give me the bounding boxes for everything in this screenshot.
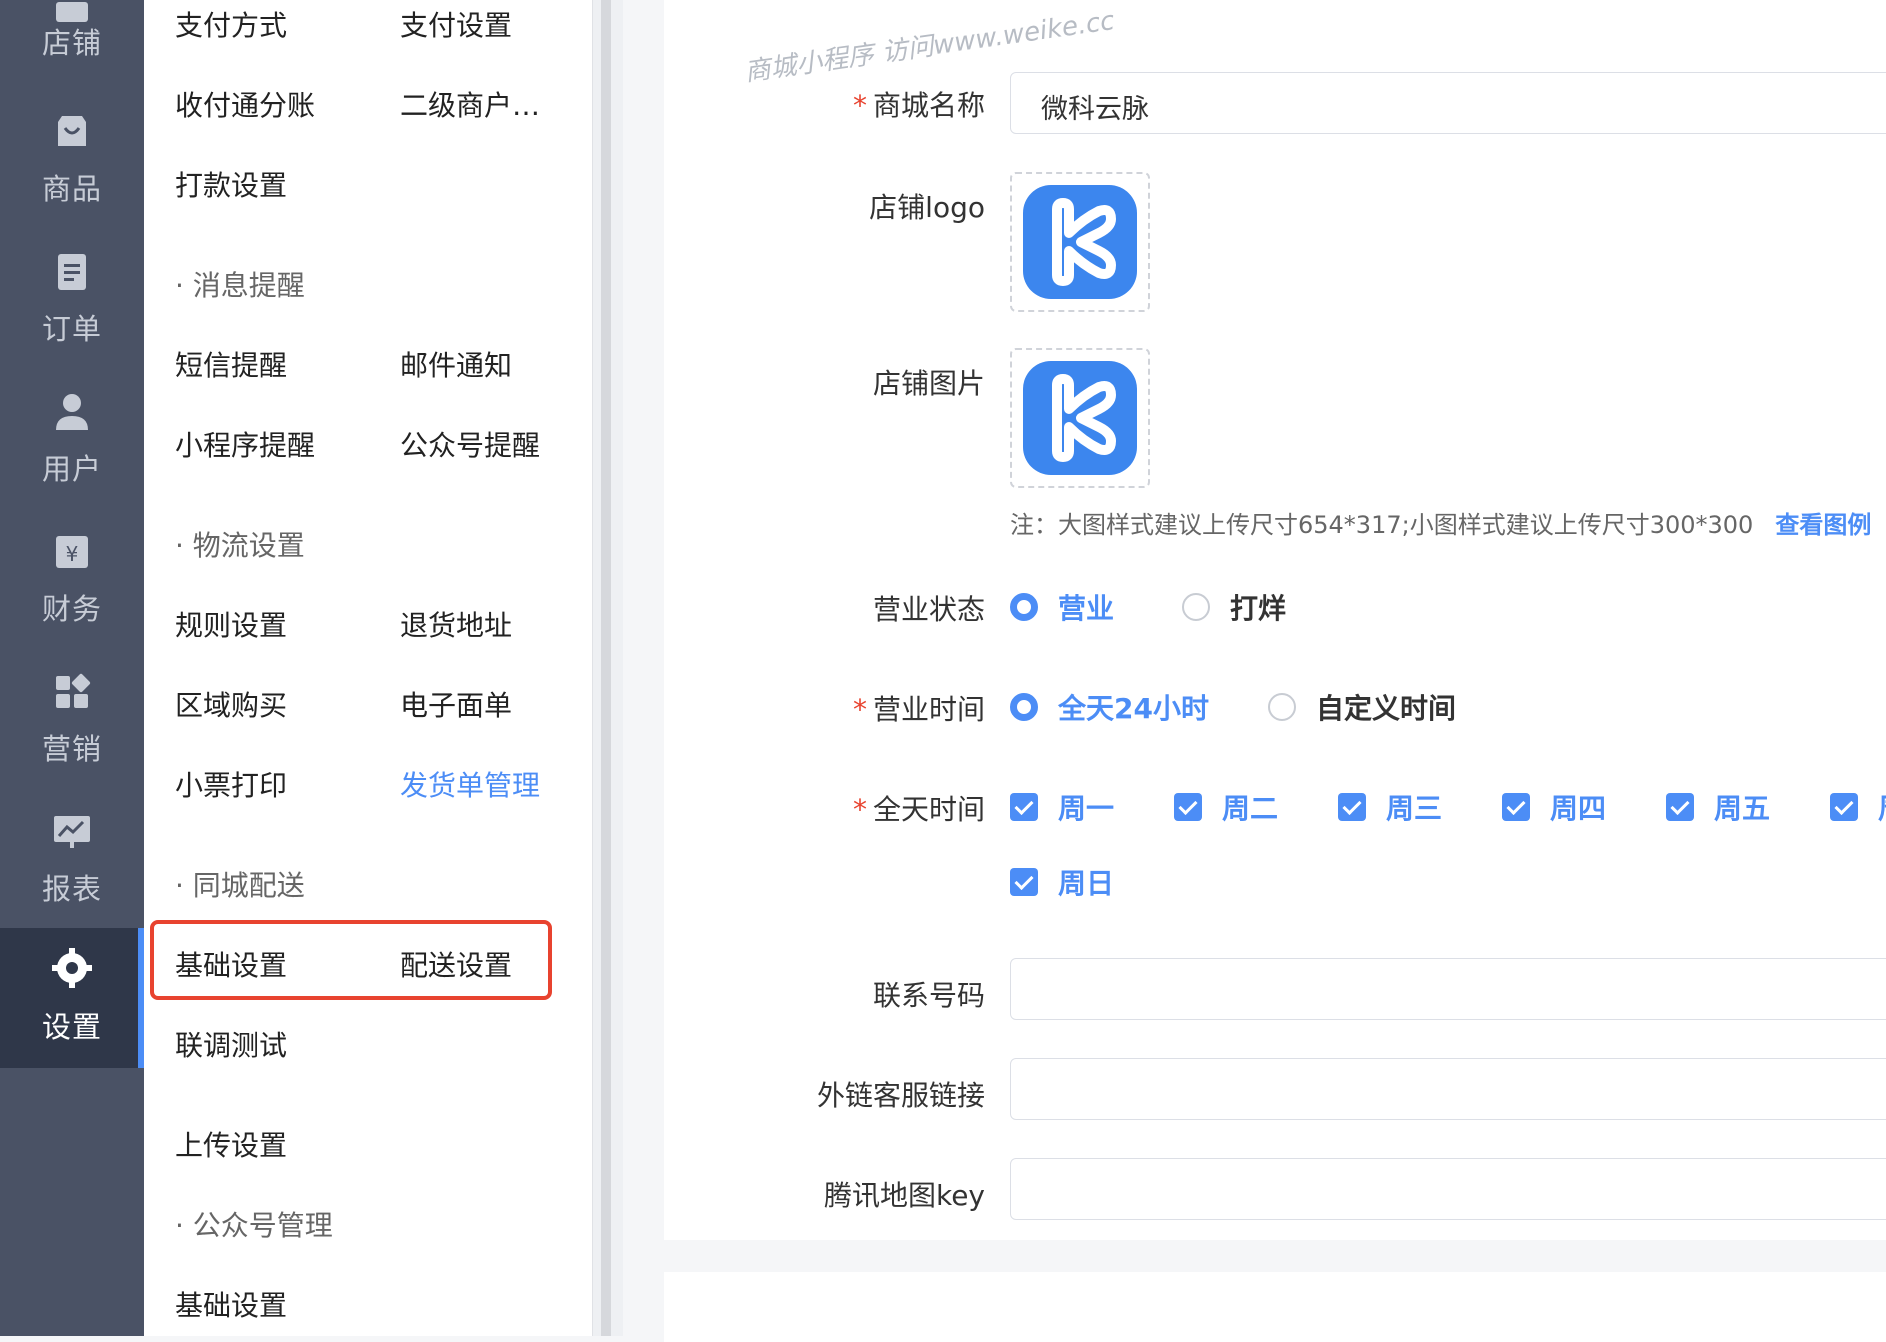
brand-logo-icon xyxy=(1052,198,1116,286)
day-checkbox-fri[interactable] xyxy=(1666,793,1694,821)
external-cs-label: 外链客服链接 xyxy=(816,1079,985,1112)
main-nav-rail: 店铺 商品 订单 用户 ¥ 财务 营销 报表 设置 xyxy=(0,0,144,1336)
submenu-delivery-note[interactable]: 发货单管理 xyxy=(400,764,540,804)
submenu-secondary-merchant[interactable]: 二级商户… xyxy=(400,84,540,124)
shop-logo-upload[interactable] xyxy=(1010,172,1150,312)
status-label: 营业状态 xyxy=(872,593,985,626)
day-label-sat[interactable]: 周 xyxy=(1878,787,1886,827)
shop-image-label: 店铺图片 xyxy=(872,367,985,400)
brand-logo-icon xyxy=(1052,374,1116,462)
hours-custom-label[interactable]: 自定义时间 xyxy=(1316,687,1456,727)
submenu-group-logistics: · 物流设置 xyxy=(175,529,305,562)
nav-settings[interactable]: 设置 xyxy=(0,928,144,1068)
submenu-payment-settings[interactable]: 支付设置 xyxy=(400,4,512,44)
form-labels: * 商城名称 店铺logo 店铺图片 营业状态 * 营业时间 * 全天时间 联系号码 … xyxy=(700,0,985,1240)
submenu-miniapp-reminder[interactable]: 小程序提醒 xyxy=(175,424,315,464)
submenu-joint-test[interactable]: 联调测试 xyxy=(175,1024,287,1064)
hours-label: * 营业时间 xyxy=(852,693,985,726)
status-closed-radio[interactable] xyxy=(1182,593,1210,621)
submenu-payment-method[interactable]: 支付方式 xyxy=(175,4,287,44)
status-open-radio[interactable] xyxy=(1010,593,1038,621)
shop-image xyxy=(1023,361,1137,475)
nav-orders[interactable]: 订单 xyxy=(0,240,144,380)
shop-name-input[interactable]: 微科云脉 xyxy=(1010,72,1886,134)
day-checkbox-sat[interactable] xyxy=(1830,793,1858,821)
next-card xyxy=(664,1272,1886,1342)
day-label-fri[interactable]: 周五 xyxy=(1714,787,1770,827)
submenu-upload-settings[interactable]: 上传设置 xyxy=(175,1124,287,1164)
nav-products[interactable]: 商品 xyxy=(0,100,144,240)
required-mark: * xyxy=(852,89,867,122)
shopping-bag-icon xyxy=(58,116,86,146)
day-label-mon[interactable]: 周一 xyxy=(1058,787,1114,827)
submenu-delivery-settings[interactable]: 配送设置 xyxy=(400,944,512,984)
submenu-official-basic[interactable]: 基础设置 xyxy=(175,1284,287,1324)
submenu-email-notice[interactable]: 邮件通知 xyxy=(400,344,512,384)
days-label: * 全天时间 xyxy=(852,793,985,826)
submenu-group-official: · 公众号管理 xyxy=(175,1209,333,1242)
shop-image-upload[interactable] xyxy=(1010,348,1150,488)
shop-name-label: * 商城名称 xyxy=(852,89,985,122)
required-mark: * xyxy=(852,693,867,726)
document-icon xyxy=(58,254,86,290)
chart-icon xyxy=(54,816,90,848)
submenu-sms-reminder[interactable]: 短信提醒 xyxy=(175,344,287,384)
gear-icon xyxy=(52,948,92,988)
day-label-wed[interactable]: 周三 xyxy=(1386,787,1442,827)
submenu-payout-settings[interactable]: 打款设置 xyxy=(175,164,287,204)
shop-logo-label: 店铺logo xyxy=(869,191,985,224)
hours-allday-radio[interactable] xyxy=(1010,693,1038,721)
submenu-e-waybill[interactable]: 电子面单 xyxy=(400,684,512,724)
submenu-return-address[interactable]: 退货地址 xyxy=(400,604,512,644)
phone-input[interactable] xyxy=(1010,958,1886,1020)
day-checkbox-sun[interactable] xyxy=(1010,868,1038,896)
submenu-group-message: · 消息提醒 xyxy=(175,269,305,302)
day-checkbox-tue[interactable] xyxy=(1174,793,1202,821)
external-cs-input[interactable] xyxy=(1010,1058,1886,1120)
nav-finance[interactable]: ¥ 财务 xyxy=(0,520,144,660)
hours-allday-label[interactable]: 全天24小时 xyxy=(1058,687,1209,727)
user-icon xyxy=(56,394,88,430)
day-label-tue[interactable]: 周二 xyxy=(1222,787,1278,827)
phone-label: 联系号码 xyxy=(872,979,985,1012)
hours-custom-radio[interactable] xyxy=(1268,693,1296,721)
shop-name-value: 微科云脉 xyxy=(1041,94,1149,125)
map-key-input[interactable] xyxy=(1010,1158,1886,1220)
submenu-basic-settings[interactable]: 基础设置 xyxy=(175,944,287,984)
svg-text:¥: ¥ xyxy=(66,542,79,566)
nav-users[interactable]: 用户 xyxy=(0,380,144,520)
day-checkbox-mon[interactable] xyxy=(1010,793,1038,821)
day-checkbox-wed[interactable] xyxy=(1338,793,1366,821)
required-mark: * xyxy=(852,793,867,826)
status-open-label[interactable]: 营业 xyxy=(1058,587,1114,627)
submenu-group-city: · 同城配送 xyxy=(175,869,305,902)
submenu-official-reminder[interactable]: 公众号提醒 xyxy=(400,424,540,464)
nav-reports[interactable]: 报表 xyxy=(0,800,144,940)
status-closed-label[interactable]: 打烊 xyxy=(1230,587,1286,627)
map-key-label: 腾讯地图key xyxy=(823,1179,985,1212)
submenu-receipt-print[interactable]: 小票打印 xyxy=(175,764,287,804)
scrollbar[interactable] xyxy=(601,0,611,1336)
day-checkbox-thu[interactable] xyxy=(1502,793,1530,821)
view-example-link[interactable]: 查看图例 xyxy=(1775,511,1871,539)
nav-store[interactable]: 店铺 xyxy=(0,0,144,80)
grid-icon xyxy=(56,673,91,708)
submenu-rule-settings[interactable]: 规则设置 xyxy=(175,604,287,644)
submenu-area-purchase[interactable]: 区域购买 xyxy=(175,684,287,724)
day-label-sun[interactable]: 周日 xyxy=(1058,862,1114,902)
panel-divider xyxy=(592,0,623,1336)
nav-marketing[interactable]: 营销 xyxy=(0,660,144,800)
logo-image xyxy=(1023,185,1137,299)
finance-icon: ¥ xyxy=(56,536,88,568)
upload-note: 注：大图样式建议上传尺寸654*317;小图样式建议上传尺寸300*300 查看图… xyxy=(1010,511,1872,539)
day-label-thu[interactable]: 周四 xyxy=(1550,787,1606,827)
submenu-split-payment[interactable]: 收付通分账 xyxy=(175,84,315,124)
